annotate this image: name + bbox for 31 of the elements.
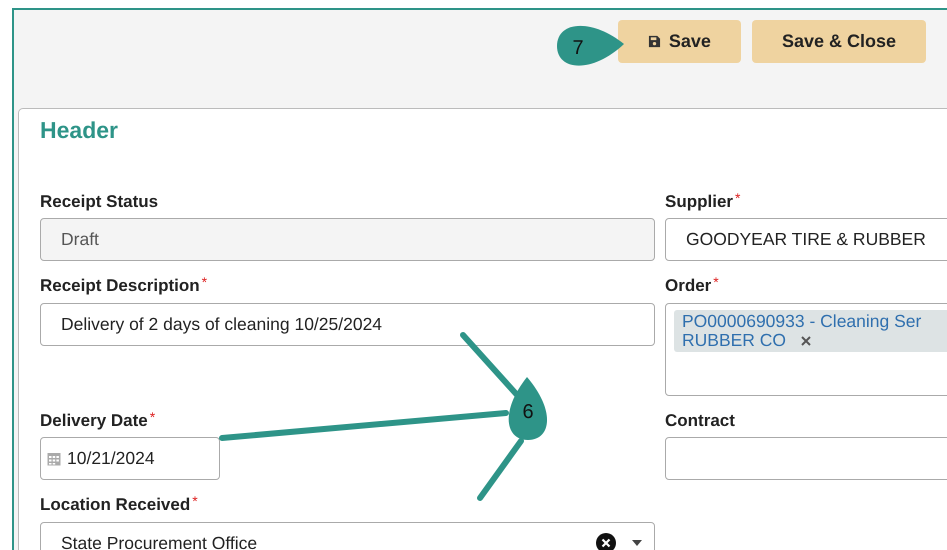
field-label: Receipt Status [40, 190, 158, 213]
required-mark: * [202, 275, 208, 290]
required-mark: * [192, 494, 198, 508]
field-label: Receipt Description [40, 275, 200, 298]
save-icon [648, 35, 661, 48]
field-label: Order [665, 275, 712, 298]
save-button[interactable]: Save [618, 20, 741, 63]
required-mark: * [713, 275, 719, 290]
input-field[interactable]: Delivery of 2 days of cleaning 10/25/2024 [40, 302, 655, 346]
callout-bubble [557, 26, 624, 66]
input-field[interactable]: GOODYEAR TIRE & RUBBER [665, 218, 947, 262]
select-field[interactable]: State Procurement Office [40, 522, 655, 550]
clear-icon[interactable] [596, 533, 616, 550]
required-mark: * [735, 190, 740, 205]
input-field[interactable]: PO0000690933 - Cleaning Ser RUBBER CO [665, 302, 947, 396]
field-label: Contract [665, 410, 735, 432]
remove-icon[interactable] [800, 335, 812, 348]
required-mark: * [150, 410, 156, 424]
callout-number: 6 [522, 401, 534, 423]
save-close-button[interactable]: Save & Close [752, 20, 926, 63]
field-label: Location Received [40, 494, 190, 516]
callout-number: 7 [572, 37, 584, 59]
calendar-icon [47, 451, 61, 466]
field-label: Supplier [665, 190, 734, 213]
order-tag[interactable]: PO0000690933 - Cleaning Ser RUBBER CO [674, 310, 947, 352]
date-field[interactable]: 10/21/2024 [40, 437, 220, 480]
field-label: Delivery Date [40, 410, 148, 432]
caret-icon[interactable] [632, 540, 642, 546]
input-field: Draft [40, 218, 655, 262]
section-title: Header [40, 117, 119, 145]
callout-bubble [508, 377, 547, 440]
